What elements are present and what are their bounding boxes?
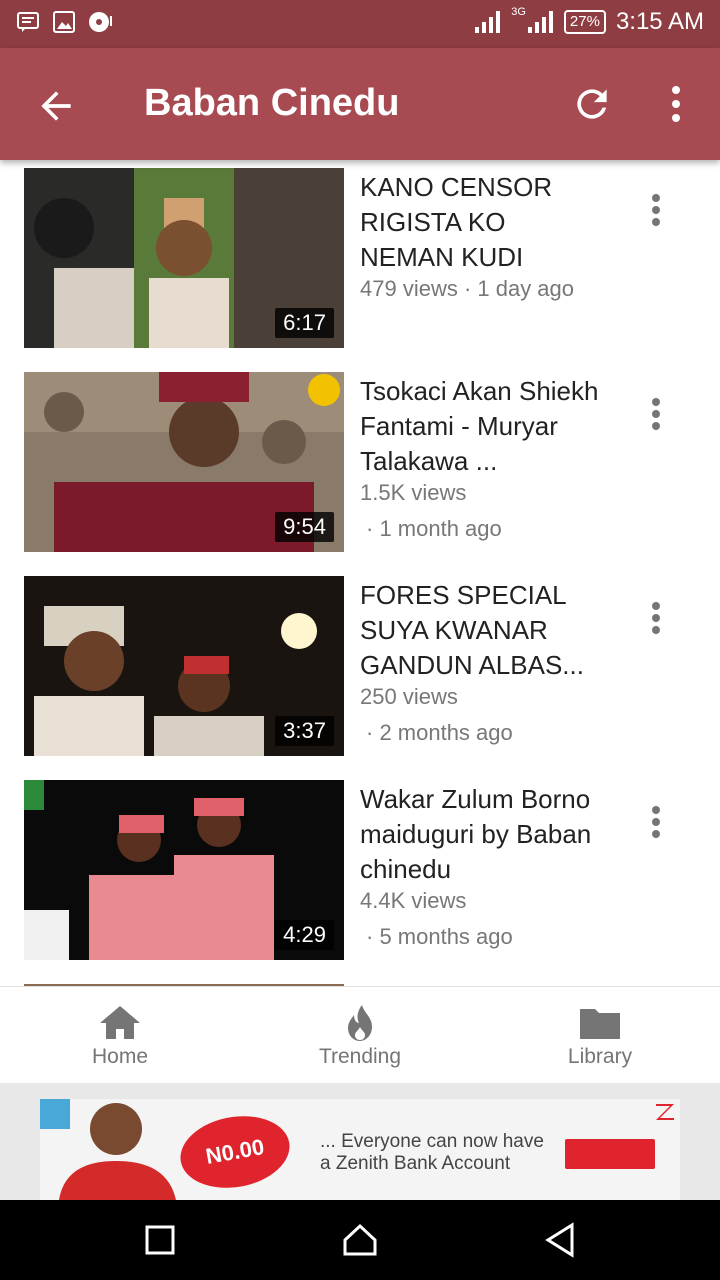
video-title[interactable]: KANO CENSOR RIGISTA KO NEMAN KUDI (360, 170, 604, 275)
overflow-menu-icon[interactable] (660, 82, 692, 126)
video-meta: 250 views (360, 684, 458, 709)
signal-icon (475, 11, 501, 33)
image-icon (53, 11, 75, 33)
video-item[interactable]: 3:37 FORES SPECIAL SUYA KWANAR GANDUN AL… (0, 568, 720, 772)
video-thumbnail[interactable]: 9:54 (24, 372, 344, 552)
zenith-logo-icon (656, 1104, 674, 1120)
nav-trending[interactable]: Trending (240, 987, 480, 1083)
home-icon (100, 1006, 140, 1039)
recents-icon[interactable] (140, 1220, 180, 1260)
video-item[interactable]: 6:17 KANO CENSOR RIGISTA KO NEMAN KUDI 4… (0, 160, 720, 364)
ad-person-image (59, 1103, 176, 1200)
video-title[interactable]: Tsokaci Akan Shiekh Fantami - Muryar Tal… (360, 374, 604, 479)
video-duration: 4:29 (275, 920, 334, 950)
system-navigation (0, 1200, 720, 1280)
ad-amount: N0.00 (174, 1107, 296, 1197)
signal-icon-2 (527, 11, 553, 33)
video-title[interactable]: FORES SPECIAL SUYA KWANAR GANDUN ALBAS..… (360, 578, 604, 683)
status-bar: 3G 27% 3:15 AM (0, 0, 720, 48)
video-thumbnail[interactable]: 6:17 (24, 168, 344, 348)
video-date: · 1 month ago (366, 516, 502, 541)
video-thumbnail[interactable]: 3:37 (24, 576, 344, 756)
home-button-icon[interactable] (340, 1220, 380, 1260)
video-duration: 9:54 (275, 512, 334, 542)
ad-text-line1: ... Everyone can now have (320, 1131, 544, 1152)
ad-zone: N0.00 ... Everyone can now have a Zenith… (0, 1083, 720, 1200)
video-menu-icon[interactable] (644, 802, 668, 842)
nav-library[interactable]: Library (480, 987, 720, 1083)
ad-banner[interactable]: N0.00 ... Everyone can now have a Zenith… (40, 1099, 680, 1200)
refresh-icon[interactable] (570, 82, 614, 126)
network-type: 3G (511, 6, 526, 18)
ad-cta-button[interactable] (565, 1139, 655, 1169)
video-meta: 4.4K views (360, 888, 467, 913)
video-meta: 1.5K views (360, 480, 467, 505)
app-toolbar: Baban Cinedu (0, 48, 720, 160)
ad-text: ... Everyone can now have a Zenith Bank … (320, 1131, 544, 1175)
video-item[interactable]: 4:29 Wakar Zulum Borno maiduguri by Baba… (0, 772, 720, 976)
video-date: · 5 months ago (366, 924, 513, 949)
video-duration: 3:37 (275, 716, 334, 746)
video-list: 6:17 KANO CENSOR RIGISTA KO NEMAN KUDI 4… (0, 160, 720, 986)
video-thumbnail[interactable]: 4:29 (24, 780, 344, 960)
bottom-navigation: Home Trending Library (0, 986, 720, 1083)
clock: 3:15 AM (615, 8, 704, 35)
video-menu-icon[interactable] (644, 190, 668, 230)
back-button-icon[interactable] (540, 1220, 580, 1260)
folder-icon (580, 1009, 620, 1039)
flame-icon (348, 1005, 372, 1041)
system-indicators: 3G 27% 3:15 AM (475, 6, 704, 36)
notification-icons (16, 10, 114, 34)
video-meta: 479 views · 1 day ago (360, 276, 575, 301)
nav-library-label: Library (567, 1045, 633, 1068)
nav-trending-label: Trending (318, 1045, 402, 1068)
video-duration: 6:17 (275, 308, 334, 338)
video-menu-icon[interactable] (644, 394, 668, 434)
nav-home-label: Home (91, 1045, 149, 1068)
video-item[interactable]: 9:54 Tsokaci Akan Shiekh Fantami - Murya… (0, 364, 720, 568)
page-title: Baban Cinedu (144, 82, 400, 124)
battery-indicator: 27% (563, 10, 606, 34)
nav-home[interactable]: Home (0, 987, 240, 1083)
message-icon (17, 12, 39, 32)
music-disc-icon (89, 12, 112, 32)
video-date: · 2 months ago (366, 720, 513, 745)
ad-text-line2: a Zenith Bank Account (320, 1153, 511, 1174)
video-menu-icon[interactable] (644, 598, 668, 638)
back-arrow-icon[interactable] (34, 84, 78, 128)
video-title[interactable]: Wakar Zulum Borno maiduguri by Baban chi… (360, 782, 604, 887)
video-item-partial[interactable] (0, 976, 720, 986)
